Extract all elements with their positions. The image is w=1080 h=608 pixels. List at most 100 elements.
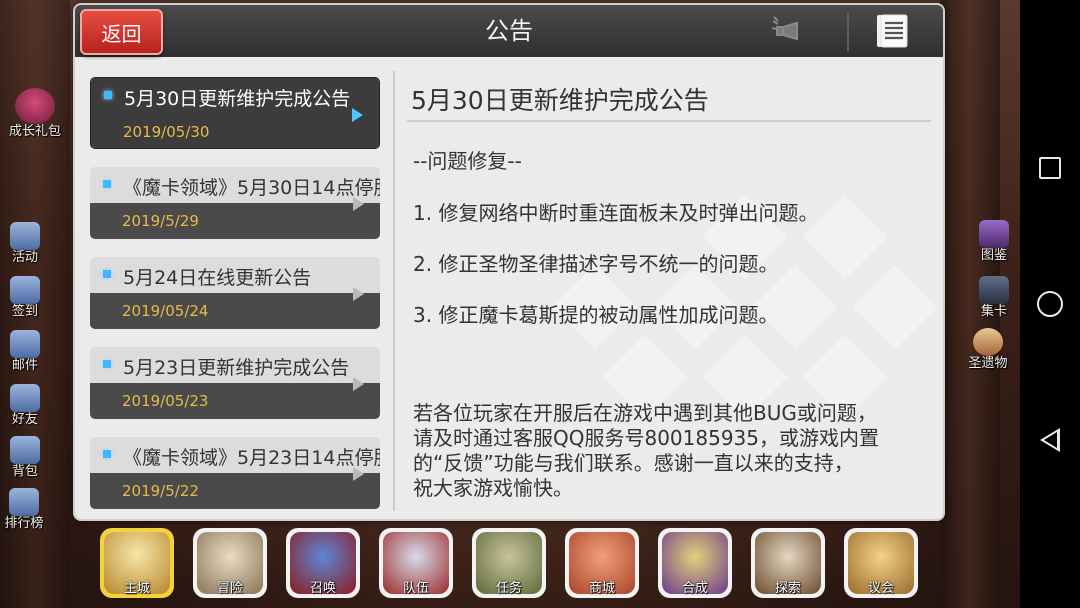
relic-icon [973,328,1003,356]
document-list-icon[interactable] [871,13,911,49]
announcement-date: 2019/5/22 [122,482,199,500]
announcement-item[interactable]: 5月23日更新维护完成公告 2019/05/23 [90,347,380,419]
back-button[interactable]: 返回 [80,9,163,55]
chevron-right-icon [353,377,364,391]
side-menu-relic[interactable]: 圣遗物 [958,328,1018,372]
closing-line: 请及时通过客服QQ服务号800185935，或游戏内置 [413,426,880,450]
nav-label: 商城 [588,581,615,596]
mail-icon [10,330,40,358]
side-menu-label: 背包 [11,464,38,479]
announcement-title: 5月23日更新维护完成公告 [123,357,350,379]
side-menu-label: 圣遗物 [968,356,1008,371]
nav-team[interactable]: 队伍 [379,528,453,598]
cards-icon [979,276,1009,304]
nav-label: 召唤 [309,581,336,596]
fix-item: 3. 修正魔卡葛斯提的被动属性加成问题。 [413,303,779,327]
nav-quest[interactable]: 任务 [472,528,546,598]
chevron-right-icon [353,287,364,301]
announcement-item[interactable]: 5月30日更新维护完成公告 2019/05/30 [90,77,380,149]
ranking-icon [9,488,39,516]
announcement-content[interactable]: 5月30日更新维护完成公告 --问题修复-- 1. 修复网络中断时重连面板未及时… [395,57,943,519]
pattern-diamond [852,264,938,350]
megaphone-icon [10,222,40,250]
side-menu-label: 好友 [11,412,38,427]
nav-label: 合成 [681,581,708,596]
announcement-title: 《魔卡领域》5月23日14点停服 [123,447,380,469]
announcement-title: 5月24日在线更新公告 [123,267,312,289]
side-menu-checkin[interactable]: 签到 [0,276,55,320]
fix-item: 1. 修复网络中断时重连面板未及时弹出问题。 [413,201,819,225]
side-menu-growth-pack[interactable]: 成长礼包 [5,88,65,140]
side-menu-card-collect[interactable]: 集卡 [964,276,1024,320]
announcement-item[interactable]: 《魔卡领域》5月30日14点停服 2019/5/29 [90,167,380,239]
announcement-item[interactable]: 5月24日在线更新公告 2019/05/24 [90,257,380,329]
side-menu-label: 活动 [11,250,38,265]
nav-adventure[interactable]: 冒险 [193,528,267,598]
closing-line: 若各位玩家在开服后在游戏中遇到其他BUG或问题， [413,401,877,425]
side-menu-label: 集卡 [980,304,1007,319]
fix-item: 2. 修正圣物圣律描述字号不统一的问题。 [413,252,779,276]
chevron-right-icon [353,197,364,211]
book-icon [979,220,1009,248]
megaphone-icon[interactable] [769,15,809,47]
closing-paragraph: 若各位玩家在开服后在游戏中遇到其他BUG或问题， 请及时通过客服QQ服务号800… [413,401,933,501]
side-menu-events[interactable]: 活动 [0,222,55,266]
content-title: 5月30日更新维护完成公告 [411,86,709,115]
announcement-title: 5月30日更新维护完成公告 [124,88,351,110]
circle-icon [1037,291,1063,317]
nav-shop[interactable]: 商城 [565,528,639,598]
side-menu-label: 签到 [11,304,38,319]
nav-main-city[interactable]: 主城 [100,528,174,598]
nav-label: 任务 [495,581,522,596]
chevron-right-icon [353,467,364,481]
side-menu-label: 图鉴 [980,248,1007,263]
title-divider [407,120,931,122]
dialog-title: 公告 [485,17,533,45]
nav-label: 队伍 [402,581,429,596]
toolbar-separator [847,13,849,51]
side-menu-backpack[interactable]: 背包 [0,436,55,480]
nav-summon[interactable]: 召唤 [286,528,360,598]
announcement-date: 2019/05/24 [122,302,209,320]
nav-label: 议会 [867,581,894,596]
nav-label: 冒险 [216,581,243,596]
back-nav-button[interactable] [1020,410,1080,470]
unread-dot-icon [103,180,111,188]
nav-label: 探索 [774,581,801,596]
recent-apps-button[interactable] [1020,138,1080,198]
checkin-icon [10,276,40,304]
side-menu-label: 邮件 [11,358,38,373]
side-menu-friends[interactable]: 好友 [0,384,55,428]
side-menu-label: 成长礼包 [8,124,61,139]
side-menu-mail[interactable]: 邮件 [0,330,55,374]
side-menu-ranking[interactable]: 排行榜 [0,488,54,532]
unread-dot-icon [104,91,112,99]
closing-line: 的“反馈”功能与我们联系。感谢一直以来的支持， [413,451,854,475]
nav-council[interactable]: 议会 [844,528,918,598]
announcement-title: 《魔卡领域》5月30日14点停服 [123,177,380,199]
nav-label: 主城 [123,581,150,596]
announcement-date: 2019/05/23 [122,392,209,410]
closing-line: 祝大家游戏愉快。 [413,476,573,500]
backpack-icon [10,436,40,464]
announcement-list[interactable]: 5月30日更新维护完成公告 2019/05/30 《魔卡领域》5月30日14点停… [75,57,393,519]
announcement-date: 2019/5/29 [122,212,199,230]
dialog-header: 公告 返回 [75,5,943,57]
system-navigation-bar [1020,0,1080,608]
nav-craft[interactable]: 合成 [658,528,732,598]
triangle-back-icon [1040,428,1060,452]
square-icon [1039,157,1061,179]
side-menu-codex[interactable]: 图鉴 [964,220,1024,264]
announcement-dialog: 公告 返回 5月30日更新维护完成公告 2019/05/30 《魔卡领域》5月3… [73,3,945,521]
home-button[interactable] [1020,274,1080,334]
nav-explore[interactable]: 探索 [751,528,825,598]
announcement-item[interactable]: 《魔卡领域》5月23日14点停服 2019/5/22 [90,437,380,509]
unread-dot-icon [103,270,111,278]
chevron-right-icon [352,108,363,122]
friends-icon [10,384,40,412]
unread-dot-icon [103,450,111,458]
gift-icon [15,88,55,124]
side-menu-label: 排行榜 [4,516,44,531]
announcement-date: 2019/05/30 [123,123,210,141]
unread-dot-icon [103,360,111,368]
